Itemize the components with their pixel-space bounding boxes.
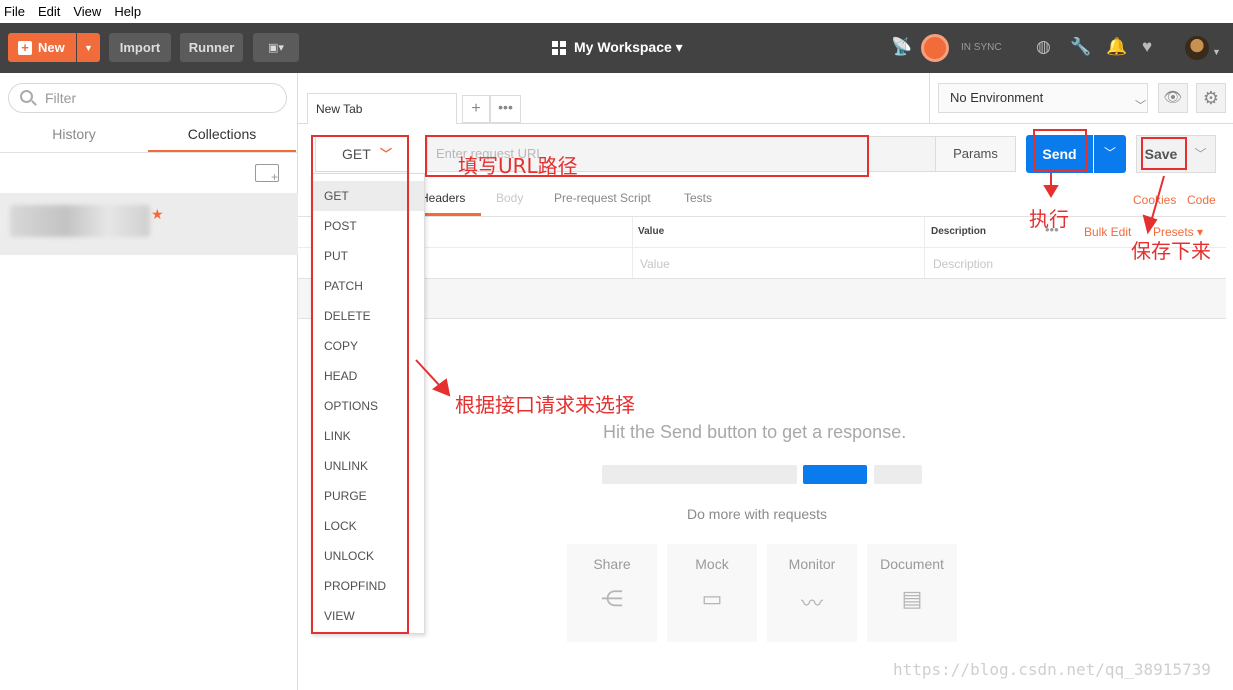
new-window-icon: ▣▾ bbox=[268, 42, 284, 54]
request-tab[interactable]: New Tab bbox=[307, 93, 457, 124]
menu-edit[interactable]: Edit bbox=[38, 4, 60, 19]
workspace-switcher[interactable]: My Workspace ▾ bbox=[552, 39, 683, 56]
placeholder-bar bbox=[602, 465, 797, 484]
menu-bar: File Edit View Help bbox=[0, 0, 1233, 23]
response-hint: Hit the Send button to get a response. bbox=[603, 422, 907, 442]
new-button[interactable]: + New bbox=[8, 33, 76, 62]
menu-view[interactable]: View bbox=[73, 4, 101, 19]
satellite-icon[interactable]: 📡 bbox=[891, 38, 912, 56]
workspace-grid-icon bbox=[552, 40, 566, 55]
import-button[interactable]: Import bbox=[109, 33, 171, 62]
menu-file[interactable]: File bbox=[4, 4, 25, 19]
request-tab-bar: New Tab + ••• bbox=[298, 73, 929, 124]
pulse-icon: 〰 bbox=[800, 591, 823, 616]
response-bar bbox=[298, 279, 1226, 319]
do-more-heading: Do more with requests bbox=[687, 506, 828, 522]
params-button[interactable]: Params bbox=[935, 136, 1016, 172]
value-input[interactable]: Value bbox=[640, 257, 670, 271]
tab-collections[interactable]: Collections bbox=[148, 125, 296, 153]
wrench-icon[interactable]: 🔧 bbox=[1070, 38, 1091, 56]
annotation-method: 根据接口请求来选择 bbox=[455, 393, 635, 417]
share-card[interactable]: Share ⋲ bbox=[567, 544, 657, 642]
description-input[interactable]: Description bbox=[933, 257, 993, 271]
workspace-label: My Workspace ▾ bbox=[574, 39, 683, 55]
document-card[interactable]: Document ▤ bbox=[867, 544, 957, 642]
environment-bar: No Environment ﹀ 👁 ⚙ bbox=[929, 73, 1233, 124]
add-tab-button[interactable]: + bbox=[462, 95, 490, 123]
monitor-card-label: Monitor bbox=[788, 556, 836, 572]
tab-more-button[interactable]: ••• bbox=[490, 95, 521, 123]
table-border bbox=[298, 216, 1226, 217]
sidebar-divider bbox=[0, 152, 298, 153]
column-header-description: Description bbox=[931, 226, 987, 237]
avatar-caret-icon[interactable]: ▼ bbox=[1212, 43, 1221, 61]
share-icon: ⋲ bbox=[601, 586, 623, 611]
annotation-save: 保存下来 bbox=[1131, 239, 1211, 263]
placeholder-bar bbox=[874, 465, 922, 484]
table-row-divider bbox=[298, 247, 1226, 248]
annotation-execute: 执行 bbox=[1029, 207, 1069, 231]
mock-card[interactable]: Mock ▭ bbox=[667, 544, 757, 642]
watermark: https://blog.csdn.net/qq_38915739 bbox=[893, 660, 1211, 679]
mock-card-label: Mock bbox=[695, 556, 729, 572]
tab-history[interactable]: History bbox=[0, 125, 148, 153]
annotation-box-method bbox=[311, 135, 409, 634]
cookies-link[interactable]: Cookies bbox=[1133, 193, 1176, 207]
save-dropdown-caret[interactable]: ﹀ bbox=[1186, 135, 1216, 173]
monitor-card[interactable]: Monitor 〰 bbox=[767, 544, 857, 642]
document-icon: ▤ bbox=[901, 586, 923, 611]
sync-status: IN SYNC bbox=[961, 42, 1002, 53]
globe-icon[interactable]: ◍ bbox=[1036, 38, 1051, 56]
sync-icon[interactable] bbox=[921, 34, 949, 62]
collection-name-blurred bbox=[10, 205, 150, 237]
annotation-box-send bbox=[1033, 129, 1087, 171]
code-link[interactable]: Code bbox=[1187, 193, 1216, 207]
share-card-label: Share bbox=[593, 556, 631, 572]
runner-button[interactable]: Runner bbox=[180, 33, 243, 62]
top-toolbar: + New ▼ Import Runner ▣▾ My Workspace ▾ … bbox=[0, 23, 1233, 73]
document-card-label: Document bbox=[880, 556, 944, 572]
gear-icon[interactable]: ⚙ bbox=[1196, 83, 1226, 113]
environment-select[interactable]: No Environment ﹀ bbox=[938, 83, 1148, 113]
subtab-tests[interactable]: Tests bbox=[684, 191, 712, 205]
annotation-box-save bbox=[1141, 137, 1187, 170]
collection-item[interactable]: ★ bbox=[0, 193, 298, 255]
avatar[interactable] bbox=[1185, 36, 1209, 60]
bell-icon[interactable]: 🔔 bbox=[1106, 38, 1127, 56]
sidebar: Filter History Collections + ★ bbox=[0, 73, 298, 690]
new-collection-icon[interactable]: + bbox=[255, 164, 279, 184]
subtab-body[interactable]: Body bbox=[496, 191, 523, 205]
chevron-down-icon: ﹀ bbox=[1135, 100, 1146, 112]
environment-label: No Environment bbox=[950, 90, 1044, 105]
bulk-edit-link[interactable]: Bulk Edit bbox=[1084, 225, 1131, 239]
star-icon[interactable]: ★ bbox=[151, 206, 164, 223]
plus-icon: + bbox=[18, 40, 32, 55]
column-header-value: Value bbox=[638, 226, 665, 237]
new-window-button[interactable]: ▣▾ bbox=[253, 33, 299, 62]
annotation-url: 填写URL路径 bbox=[458, 154, 578, 178]
subtab-headers[interactable]: Headers bbox=[420, 191, 481, 216]
subtab-pre-request-script[interactable]: Pre-request Script bbox=[554, 191, 651, 205]
menu-help[interactable]: Help bbox=[114, 4, 141, 19]
send-dropdown-caret[interactable]: ﹀ bbox=[1094, 135, 1126, 173]
new-button-label: New bbox=[38, 40, 65, 55]
placeholder-bar-accent bbox=[803, 465, 867, 484]
filter-input[interactable]: Filter bbox=[8, 83, 287, 113]
heart-icon[interactable]: ♥ bbox=[1142, 38, 1152, 56]
server-icon: ▭ bbox=[701, 586, 723, 611]
new-dropdown-caret[interactable]: ▼ bbox=[77, 33, 100, 62]
eye-icon[interactable]: 👁 bbox=[1158, 83, 1188, 113]
